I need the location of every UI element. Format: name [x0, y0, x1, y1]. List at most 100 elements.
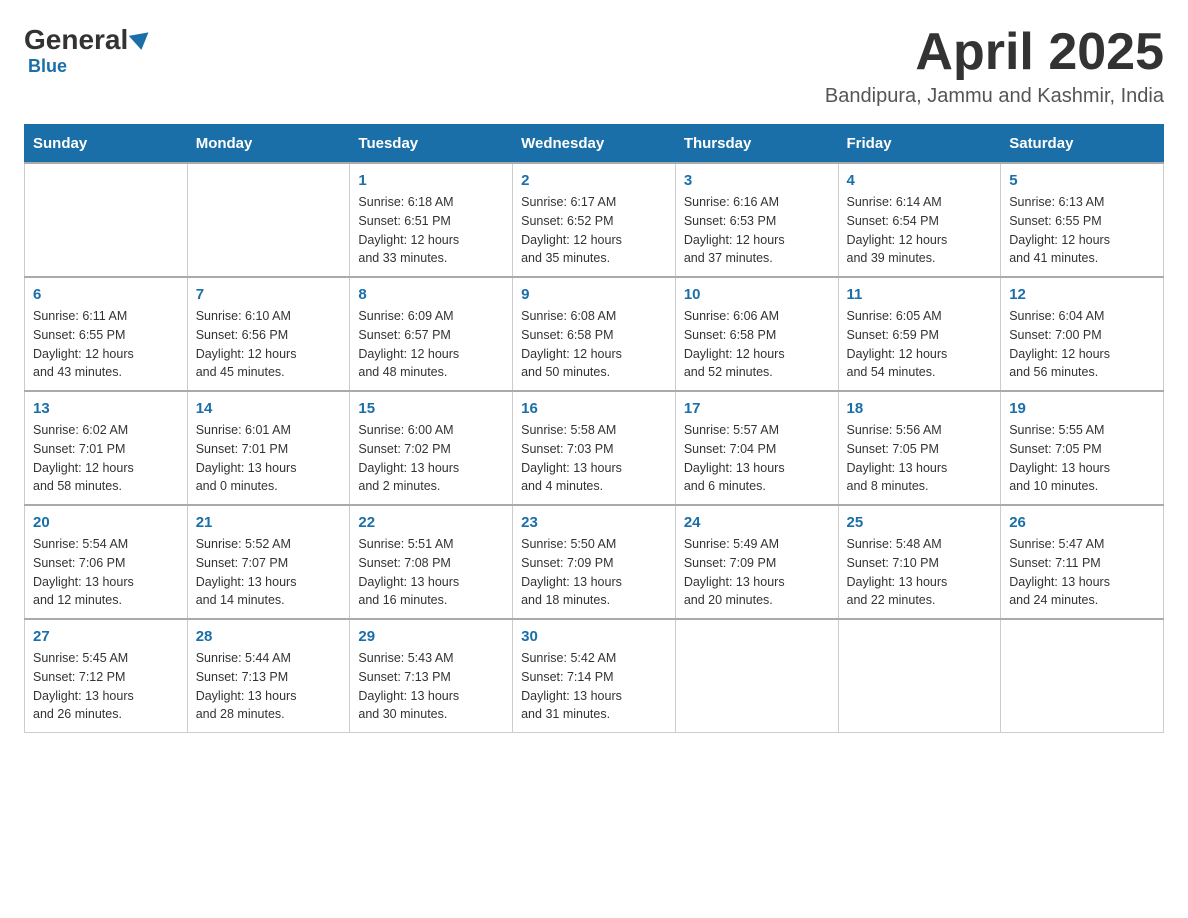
calendar-cell: 3Sunrise: 6:16 AMSunset: 6:53 PMDaylight… [675, 163, 838, 277]
day-info: Sunrise: 6:02 AMSunset: 7:01 PMDaylight:… [33, 421, 179, 496]
calendar-cell: 22 Sunrise: 5:51 AMSunset: 7:08 PMDayligh… [350, 505, 513, 619]
calendar-header-row: SundayMondayTuesdayWednesdayThursdayFrid… [25, 125, 1164, 164]
calendar-cell: 27Sunrise: 5:45 AMSunset: 7:12 PMDayligh… [25, 619, 188, 733]
calendar-day-header: Sunday [25, 125, 188, 164]
week-row: 6 Sunrise: 6:11 AMSunset: 6:55 PMDaylight… [25, 277, 1164, 391]
week-row: 20Sunrise: 5:54 AMSunset: 7:06 PMDayligh… [25, 505, 1164, 619]
day-number: 28 [196, 628, 342, 645]
calendar-cell: 9 Sunrise: 6:08 AMSunset: 6:58 PMDaylight… [513, 277, 676, 391]
day-info: Sunrise: 6:00 AMSunset: 7:02 PMDaylight:… [358, 421, 504, 496]
week-row: 1 Sunrise: 6:18 AMSunset: 6:51 PMDaylight… [25, 163, 1164, 277]
day-number: 21 [196, 514, 342, 531]
day-number: 18 [847, 400, 993, 417]
day-info: Sunrise: 5:43 AMSunset: 7:13 PMDaylight:… [358, 649, 504, 724]
day-info: Sunrise: 6:14 AMSunset: 6:54 PMDaylight:… [847, 193, 993, 268]
day-info: Sunrise: 5:44 AMSunset: 7:13 PMDaylight:… [196, 649, 342, 724]
calendar-cell: 30 Sunrise: 5:42 AMSunset: 7:14 PMDayligh… [513, 619, 676, 733]
calendar-cell: 14 Sunrise: 6:01 AMSunset: 7:01 PMDayligh… [187, 391, 350, 505]
calendar-cell: 13Sunrise: 6:02 AMSunset: 7:01 PMDayligh… [25, 391, 188, 505]
calendar-cell: 11Sunrise: 6:05 AMSunset: 6:59 PMDayligh… [838, 277, 1001, 391]
day-number: 20 [33, 514, 179, 531]
calendar-cell: 7 Sunrise: 6:10 AMSunset: 6:56 PMDaylight… [187, 277, 350, 391]
day-info: Sunrise: 5:55 AMSunset: 7:05 PMDaylight:… [1009, 421, 1155, 496]
calendar-cell [1001, 619, 1164, 733]
week-row: 27Sunrise: 5:45 AMSunset: 7:12 PMDayligh… [25, 619, 1164, 733]
calendar-day-header: Tuesday [350, 125, 513, 164]
day-info: Sunrise: 6:06 AMSunset: 6:58 PMDaylight:… [684, 307, 830, 382]
day-number: 5 [1009, 172, 1155, 189]
calendar-day-header: Saturday [1001, 125, 1164, 164]
calendar-cell: 26Sunrise: 5:47 AMSunset: 7:11 PMDayligh… [1001, 505, 1164, 619]
calendar-day-header: Thursday [675, 125, 838, 164]
calendar-cell: 23Sunrise: 5:50 AMSunset: 7:09 PMDayligh… [513, 505, 676, 619]
day-number: 24 [684, 514, 830, 531]
calendar-day-header: Wednesday [513, 125, 676, 164]
calendar-cell: 4 Sunrise: 6:14 AMSunset: 6:54 PMDaylight… [838, 163, 1001, 277]
day-info: Sunrise: 6:09 AMSunset: 6:57 PMDaylight:… [358, 307, 504, 382]
day-number: 9 [521, 286, 667, 303]
calendar-cell: 19 Sunrise: 5:55 AMSunset: 7:05 PMDayligh… [1001, 391, 1164, 505]
day-number: 8 [358, 286, 504, 303]
day-number: 4 [847, 172, 993, 189]
day-number: 16 [521, 400, 667, 417]
month-title: April 2025 [825, 24, 1164, 81]
day-number: 14 [196, 400, 342, 417]
day-number: 22 [358, 514, 504, 531]
day-info: Sunrise: 6:11 AMSunset: 6:55 PMDaylight:… [33, 307, 179, 382]
calendar-cell: 10 Sunrise: 6:06 AMSunset: 6:58 PMDayligh… [675, 277, 838, 391]
day-info: Sunrise: 6:18 AMSunset: 6:51 PMDaylight:… [358, 193, 504, 268]
calendar-cell: 25Sunrise: 5:48 AMSunset: 7:10 PMDayligh… [838, 505, 1001, 619]
day-info: Sunrise: 6:13 AMSunset: 6:55 PMDaylight:… [1009, 193, 1155, 268]
day-number: 15 [358, 400, 504, 417]
day-number: 2 [521, 172, 667, 189]
logo-general-text: General [24, 24, 128, 56]
calendar-cell: 28 Sunrise: 5:44 AMSunset: 7:13 PMDayligh… [187, 619, 350, 733]
day-number: 17 [684, 400, 830, 417]
calendar-cell [838, 619, 1001, 733]
day-info: Sunrise: 6:08 AMSunset: 6:58 PMDaylight:… [521, 307, 667, 382]
day-number: 7 [196, 286, 342, 303]
calendar-cell: 29Sunrise: 5:43 AMSunset: 7:13 PMDayligh… [350, 619, 513, 733]
day-number: 11 [847, 286, 993, 303]
day-info: Sunrise: 5:50 AMSunset: 7:09 PMDaylight:… [521, 535, 667, 610]
logo: General Blue [24, 24, 150, 77]
day-number: 6 [33, 286, 179, 303]
calendar-cell: 1 Sunrise: 6:18 AMSunset: 6:51 PMDaylight… [350, 163, 513, 277]
day-info: Sunrise: 6:01 AMSunset: 7:01 PMDaylight:… [196, 421, 342, 496]
calendar-cell [675, 619, 838, 733]
calendar-cell: 6 Sunrise: 6:11 AMSunset: 6:55 PMDaylight… [25, 277, 188, 391]
page-header: General Blue April 2025 Bandipura, Jammu… [24, 24, 1164, 108]
title-section: April 2025 Bandipura, Jammu and Kashmir,… [825, 24, 1164, 108]
logo-triangle-icon [129, 32, 151, 51]
day-info: Sunrise: 5:58 AMSunset: 7:03 PMDaylight:… [521, 421, 667, 496]
day-info: Sunrise: 6:10 AMSunset: 6:56 PMDaylight:… [196, 307, 342, 382]
logo-blue-text: Blue [28, 56, 67, 77]
day-info: Sunrise: 5:49 AMSunset: 7:09 PMDaylight:… [684, 535, 830, 610]
day-info: Sunrise: 5:52 AMSunset: 7:07 PMDaylight:… [196, 535, 342, 610]
calendar-cell: 20Sunrise: 5:54 AMSunset: 7:06 PMDayligh… [25, 505, 188, 619]
calendar-cell: 12Sunrise: 6:04 AMSunset: 7:00 PMDayligh… [1001, 277, 1164, 391]
day-info: Sunrise: 5:51 AMSunset: 7:08 PMDaylight:… [358, 535, 504, 610]
calendar-cell: 15 Sunrise: 6:00 AMSunset: 7:02 PMDayligh… [350, 391, 513, 505]
day-number: 25 [847, 514, 993, 531]
calendar-cell: 18Sunrise: 5:56 AMSunset: 7:05 PMDayligh… [838, 391, 1001, 505]
day-number: 30 [521, 628, 667, 645]
day-info: Sunrise: 6:04 AMSunset: 7:00 PMDaylight:… [1009, 307, 1155, 382]
calendar-cell: 2Sunrise: 6:17 AMSunset: 6:52 PMDaylight… [513, 163, 676, 277]
week-row: 13Sunrise: 6:02 AMSunset: 7:01 PMDayligh… [25, 391, 1164, 505]
day-number: 19 [1009, 400, 1155, 417]
day-number: 26 [1009, 514, 1155, 531]
day-number: 1 [358, 172, 504, 189]
day-number: 10 [684, 286, 830, 303]
calendar-table: SundayMondayTuesdayWednesdayThursdayFrid… [24, 124, 1164, 733]
day-info: Sunrise: 5:42 AMSunset: 7:14 PMDaylight:… [521, 649, 667, 724]
calendar-cell: 24 Sunrise: 5:49 AMSunset: 7:09 PMDayligh… [675, 505, 838, 619]
calendar-day-header: Monday [187, 125, 350, 164]
calendar-cell: 5 Sunrise: 6:13 AMSunset: 6:55 PMDaylight… [1001, 163, 1164, 277]
location-title: Bandipura, Jammu and Kashmir, India [825, 85, 1164, 108]
calendar-cell: 8 Sunrise: 6:09 AMSunset: 6:57 PMDaylight… [350, 277, 513, 391]
calendar-cell: 17 Sunrise: 5:57 AMSunset: 7:04 PMDayligh… [675, 391, 838, 505]
calendar-cell [187, 163, 350, 277]
day-info: Sunrise: 5:57 AMSunset: 7:04 PMDaylight:… [684, 421, 830, 496]
calendar-cell: 21 Sunrise: 5:52 AMSunset: 7:07 PMDayligh… [187, 505, 350, 619]
